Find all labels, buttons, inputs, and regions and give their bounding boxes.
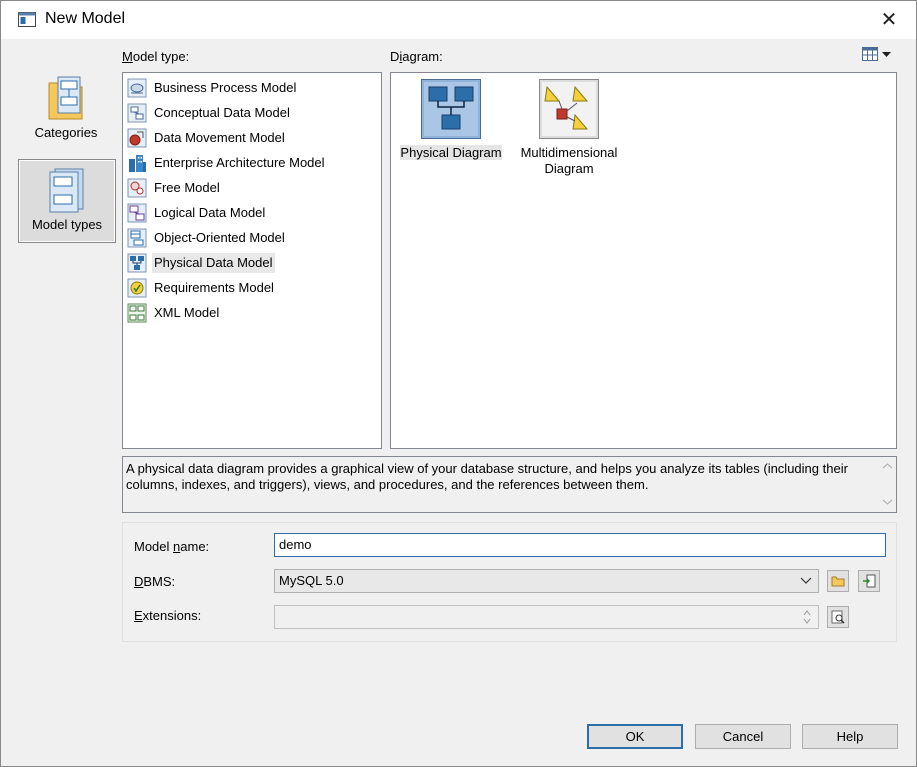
folder-icon (831, 576, 845, 587)
window-icon (18, 12, 36, 27)
scroll-down-icon[interactable] (879, 495, 896, 509)
dbms-select-value: MySQL 5.0 (279, 573, 344, 588)
dbms-label: DBMS: (134, 574, 176, 589)
free-model-icon (127, 178, 147, 197)
model-type-label-text: odel type: (132, 49, 190, 64)
spinner-icon[interactable] (802, 607, 812, 627)
list-item-object-oriented-model[interactable]: Object-Oriented Model (127, 226, 287, 249)
extensions-label: Extensions: (134, 608, 202, 623)
sidebar-item-categories[interactable]: Categories (18, 71, 114, 146)
list-item-conceptual-data-model[interactable]: Conceptual Data Model (127, 101, 292, 124)
multidimensional-diagram-icon (539, 79, 599, 139)
description-scrollbar[interactable] (879, 457, 896, 512)
diagram-label-text: D (390, 49, 400, 64)
dbms-select[interactable]: MySQL 5.0 (274, 569, 819, 593)
new-model-dialog: New Model ✕ Categories Model types Model… (0, 0, 917, 767)
extensions-properties-button[interactable] (827, 606, 849, 628)
import-dbms-button[interactable] (858, 570, 880, 592)
diagram-list[interactable]: Physical Diagram Multidimensional Diagra… (390, 72, 897, 449)
xml-model-icon (127, 303, 147, 322)
diagram-item-physical[interactable]: Physical Diagram (391, 73, 511, 173)
list-item-label: Requirements Model (154, 279, 274, 295)
diagram-item-label-line1: Physical Diagram (400, 145, 502, 160)
properties-icon (831, 610, 845, 624)
browse-dbms-button[interactable] (827, 570, 849, 592)
diagram-item-label-line2: Diagram (544, 161, 594, 176)
object-oriented-icon (127, 228, 147, 247)
window-title: New Model (45, 10, 126, 27)
list-item-label: Logical Data Model (154, 204, 266, 220)
import-icon (863, 574, 876, 588)
requirements-icon (127, 278, 147, 297)
chevron-down-icon (882, 52, 891, 57)
extensions-input[interactable] (274, 605, 819, 629)
list-item-label: Data Movement Model (154, 129, 285, 145)
physical-diagram-icon (421, 79, 481, 139)
list-item-free-model[interactable]: Free Model (127, 176, 222, 199)
diagram-item-label: Multidimensional Diagram (509, 145, 629, 177)
list-item-business-process-model[interactable]: Business Process Model (127, 76, 298, 99)
model-type-list[interactable]: Business Process Model Conceptual Data M… (122, 72, 382, 449)
close-icon[interactable]: ✕ (876, 7, 902, 33)
sidebar-item-label: Categories (34, 125, 98, 140)
diagram-item-label: Physical Diagram (391, 145, 511, 161)
list-item-requirements-model[interactable]: Requirements Model (127, 276, 276, 299)
diagram-item-multidimensional[interactable]: Multidimensional Diagram (509, 73, 629, 183)
list-item-label: Enterprise Architecture Model (154, 154, 325, 170)
model-name-input[interactable]: demo (274, 533, 886, 557)
physical-data-icon (127, 253, 147, 272)
description-box: A physical data diagram provides a graph… (122, 456, 897, 513)
list-item-label: Business Process Model (154, 79, 297, 95)
list-item-logical-data-model[interactable]: Logical Data Model (127, 201, 267, 224)
model-name-label: Model name: (134, 539, 210, 554)
list-item-label: Physical Data Model (152, 252, 275, 273)
description-text: A physical data diagram provides a graph… (126, 461, 848, 492)
list-item-physical-data-model[interactable]: Physical Data Model (127, 251, 275, 274)
diagram-item-label-line1: Multidimensional (520, 145, 618, 160)
grid-view-icon (862, 47, 878, 61)
scroll-up-icon[interactable] (879, 459, 896, 473)
help-button[interactable]: Help (802, 724, 898, 749)
list-item-label: Conceptual Data Model (154, 104, 290, 120)
properties-panel: Model name: demo DBMS: MySQL 5.0 Extensi… (122, 522, 897, 642)
categories-icon (48, 76, 83, 120)
chevron-down-icon (800, 577, 812, 584)
sidebar-item-label: Model types (31, 217, 103, 232)
list-item-label: XML Model (154, 304, 220, 320)
logical-data-icon (127, 203, 147, 222)
title-bar: New Model ✕ (1, 1, 916, 39)
data-movement-icon (127, 128, 147, 147)
list-item-enterprise-architecture-model[interactable]: Enterprise Architecture Model (127, 151, 327, 174)
ok-button[interactable]: OK (587, 724, 683, 749)
cancel-button[interactable]: Cancel (695, 724, 791, 749)
conceptual-data-icon (127, 103, 147, 122)
enterprise-architecture-icon (129, 154, 146, 172)
view-mode-button[interactable] (860, 45, 894, 63)
list-item-label: Free Model (154, 179, 220, 195)
business-process-icon (127, 78, 147, 97)
sidebar-item-model-types[interactable]: Model types (18, 159, 116, 243)
list-item-data-movement-model[interactable]: Data Movement Model (127, 126, 287, 149)
diagram-label: Diagram: (390, 49, 443, 64)
list-item-label: Object-Oriented Model (154, 229, 285, 245)
model-type-label: Model type: (122, 49, 190, 64)
model-types-icon (49, 168, 84, 213)
list-item-xml-model[interactable]: XML Model (127, 301, 221, 324)
